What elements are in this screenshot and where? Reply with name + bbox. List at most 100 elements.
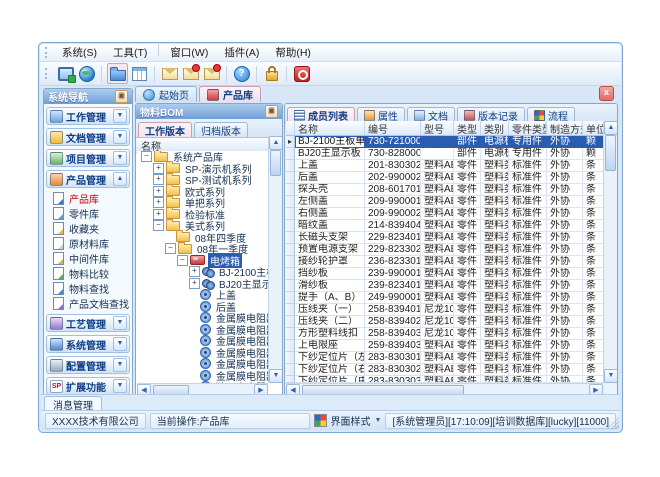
report-grid-icon[interactable] bbox=[130, 64, 149, 83]
sidebar-section-文档管理[interactable]: 文档管理▼ bbox=[46, 128, 130, 146]
message-tab[interactable]: 消息管理 bbox=[44, 396, 102, 411]
exit-icon[interactable] bbox=[292, 64, 311, 83]
network-icon[interactable] bbox=[77, 64, 96, 83]
chevron-down-icon[interactable]: ▼ bbox=[113, 337, 127, 351]
table-row[interactable]: 左侧盖209-990001-01X塑料ABS零件塑料类标准件外协条 bbox=[286, 196, 603, 208]
column-header-类别[interactable]: 类别 bbox=[481, 121, 509, 136]
table-row[interactable]: 下纱定位片（左）283-830301-00X塑料ABS零件塑料类标准件外协条 bbox=[286, 352, 603, 364]
expand-icon[interactable]: + bbox=[153, 209, 164, 220]
tree-vscroll-thumb[interactable] bbox=[270, 150, 281, 176]
version-tab-工作版本[interactable]: 工作版本 bbox=[138, 122, 192, 137]
chevron-down-icon[interactable]: ▼ bbox=[113, 379, 127, 393]
message-send-icon[interactable] bbox=[181, 64, 200, 83]
sidebar-section-配置管理[interactable]: 配置管理▼ bbox=[46, 356, 130, 374]
table-row[interactable]: 预置电源支架229-823302-00X塑料ABS零件塑料类标准件外协条 bbox=[286, 244, 603, 256]
column-header-编号[interactable]: 编号 bbox=[365, 121, 421, 136]
chevron-up-icon[interactable]: ▲ bbox=[113, 172, 127, 186]
bom-panel-menu-icon[interactable]: ▣ bbox=[265, 105, 278, 118]
table-row[interactable]: 暗纹盖214-839404-01X塑料ABS零件塑料类标准件外协条 bbox=[286, 220, 603, 232]
table-row[interactable]: 上盖201-830302-00X塑料ABS零件塑料类标准件外协条 bbox=[286, 160, 603, 172]
table-row[interactable]: 后盖202-990002-01X塑料ABS零件塑料类标准件外协条 bbox=[286, 172, 603, 184]
sidebar-item-中间件库[interactable]: 中间件库 bbox=[44, 251, 132, 266]
column-header-型号[interactable]: 型号 bbox=[421, 121, 454, 136]
doc-tab-起始页[interactable]: 起始页 bbox=[135, 86, 197, 102]
collapse-icon[interactable]: − bbox=[153, 220, 164, 231]
table-scroll-down-icon[interactable]: ▼ bbox=[604, 369, 618, 383]
table-scroll-up-icon[interactable]: ▲ bbox=[604, 121, 618, 135]
chevron-down-icon[interactable]: ▼ bbox=[113, 151, 127, 165]
expand-icon[interactable]: + bbox=[153, 186, 164, 197]
table-row[interactable]: 右侧盖209-990002-01X塑料ABS零件塑料类标准件外协条 bbox=[286, 208, 603, 220]
content-tab-文档[interactable]: 文档 bbox=[407, 107, 455, 122]
table-row[interactable]: 滑纱板239-823401-00X塑料ABS零件塑料类标准件外协条 bbox=[286, 280, 603, 292]
table-row[interactable]: 提手（A、B）249-990001-01X塑料ABS零件塑料类标准件外协条 bbox=[286, 292, 603, 304]
expand-icon[interactable]: + bbox=[189, 266, 200, 277]
column-header-名称[interactable]: 名称 bbox=[295, 121, 365, 136]
sidebar-section-项目管理[interactable]: 项目管理▼ bbox=[46, 149, 130, 167]
sidebar-item-产品文档查找[interactable]: 产品文档查找 bbox=[44, 296, 132, 311]
content-tab-版本记录[interactable]: 版本记录 bbox=[457, 107, 525, 122]
help-icon[interactable]: ? bbox=[232, 64, 251, 83]
table-row[interactable]: 下纱定位片（右）283-830302-00X塑料ABS零件塑料类标准件外协条 bbox=[286, 364, 603, 376]
style-dropdown[interactable]: 界面样式 ▼ bbox=[314, 413, 382, 428]
content-tab-成员列表[interactable]: 成员列表 bbox=[287, 107, 355, 122]
menu-item[interactable]: 系统(S) bbox=[54, 44, 105, 61]
collapse-icon[interactable]: − bbox=[165, 243, 176, 254]
tree-scroll-up-icon[interactable]: ▲ bbox=[269, 136, 283, 150]
chevron-down-icon[interactable]: ▼ bbox=[113, 109, 127, 123]
tree-node[interactable]: −08年一季度 bbox=[137, 243, 268, 255]
sidebar-section-系统管理[interactable]: 系统管理▼ bbox=[46, 335, 130, 353]
menu-item[interactable]: 帮助(H) bbox=[267, 44, 319, 61]
doc-tab-产品库[interactable]: 产品库 bbox=[199, 86, 261, 102]
column-header-零件类型[interactable]: 零件类型 bbox=[509, 121, 547, 136]
expand-icon[interactable]: + bbox=[189, 278, 200, 289]
sidebar-section-产品管理[interactable]: 产品管理▲ bbox=[46, 170, 130, 188]
table-row[interactable]: ▸BJ-2100主板单点730-721000-12X部件电源板专用件外协颗 bbox=[286, 136, 603, 148]
table-row[interactable]: 压线夹（一）258-839401-00X尼龙1010零件塑料类标准件外协条 bbox=[286, 304, 603, 316]
column-header-单位[interactable]: 单位 bbox=[583, 121, 603, 136]
content-tab-流程[interactable]: 流程 bbox=[527, 107, 575, 122]
tree-vertical-scrollbar[interactable]: ▲ ▼ bbox=[268, 136, 282, 383]
table-row[interactable]: 上电限座259-839403-00X塑料ABS零件塑料类标准件外协条 bbox=[286, 340, 603, 352]
table-row[interactable]: 压线夹（二）258-839402-00X尼龙1010零件塑料类标准件外协条 bbox=[286, 316, 603, 328]
sidebar-item-原材料库[interactable]: 原材料库 bbox=[44, 236, 132, 251]
expand-icon[interactable]: + bbox=[153, 174, 164, 185]
open-library-icon[interactable] bbox=[107, 63, 128, 84]
sidebar-item-产品库[interactable]: 产品库 bbox=[44, 191, 132, 206]
tree-node[interactable]: +BJ20主显示板 bbox=[137, 278, 268, 290]
close-document-icon[interactable]: x bbox=[599, 86, 614, 101]
sidebar-section-工作管理[interactable]: 工作管理▼ bbox=[46, 107, 130, 125]
table-row[interactable]: 探头壳208-601701-01X塑料ABS零件塑料类标准件外协条 bbox=[286, 184, 603, 196]
sidebar-item-物料查找[interactable]: 物料查找 bbox=[44, 281, 132, 296]
sidebar-item-物料比较[interactable]: 物料比较 bbox=[44, 266, 132, 281]
sidebar-section-工艺管理[interactable]: 工艺管理▼ bbox=[46, 314, 130, 332]
table-row[interactable]: 挡纱板239-990001-01X塑料ABS零件塑料类标准件外协条 bbox=[286, 268, 603, 280]
version-tab-归档版本[interactable]: 归档版本 bbox=[194, 122, 248, 137]
tree-scroll-down-icon[interactable]: ▼ bbox=[269, 369, 283, 383]
chevron-down-icon[interactable]: ▼ bbox=[113, 358, 127, 372]
table-vertical-scrollbar[interactable]: ▲ ▼ bbox=[603, 121, 617, 383]
collapse-icon[interactable]: − bbox=[141, 151, 152, 162]
content-tab-属性[interactable]: 属性 bbox=[357, 107, 405, 122]
table-row[interactable]: 长磁头支架229-823401-00X塑料ABS零件塑料类标准件外协条 bbox=[286, 232, 603, 244]
table-vscroll-thumb[interactable] bbox=[605, 135, 616, 171]
chevron-down-icon[interactable]: ▼ bbox=[113, 316, 127, 330]
menu-item[interactable]: 插件(A) bbox=[216, 44, 267, 61]
table-row[interactable]: 下纱定位片（中）283-830303-00X塑料ABS零件塑料类标准件外协条 bbox=[286, 376, 603, 383]
sidebar-menu-icon[interactable]: ▣ bbox=[115, 90, 128, 103]
sidebar-item-零件库[interactable]: 零件库 bbox=[44, 206, 132, 221]
table-row[interactable]: BJ20主显示板730-828000-04X部件电源板专用件外协颗 bbox=[286, 148, 603, 160]
message-icon[interactable] bbox=[160, 64, 179, 83]
table-row[interactable]: 接纱轮护罩236-823301-00X塑料ABS零件塑料类标准件外协条 bbox=[286, 256, 603, 268]
collapse-icon[interactable]: − bbox=[177, 255, 188, 266]
lock-icon[interactable] bbox=[262, 64, 281, 83]
workspace-icon[interactable] bbox=[56, 64, 75, 83]
column-header-制造方式[interactable]: 制造方式 bbox=[547, 121, 583, 136]
sidebar-item-收藏夹[interactable]: 收藏夹 bbox=[44, 221, 132, 236]
table-row[interactable]: 方形塑料线扣258-839403-00X尼龙1010零件塑料类标准件外协条 bbox=[286, 328, 603, 340]
menu-item[interactable]: 窗口(W) bbox=[162, 44, 216, 61]
expand-icon[interactable]: + bbox=[153, 197, 164, 208]
chevron-down-icon[interactable]: ▼ bbox=[113, 130, 127, 144]
sidebar-section-扩展功能[interactable]: SP扩展功能▼ bbox=[46, 377, 130, 395]
column-header-类型[interactable]: 类型 bbox=[454, 121, 481, 136]
